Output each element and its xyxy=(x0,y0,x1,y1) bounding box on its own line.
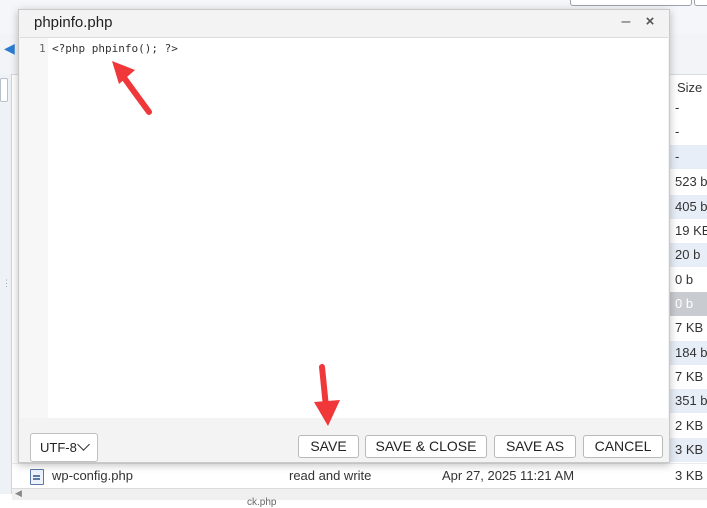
scroll-left-icon[interactable]: ◀ xyxy=(15,488,22,499)
size-cell: 7 KB xyxy=(675,369,704,384)
file-size: 3 KB xyxy=(675,468,704,483)
size-cell: - xyxy=(675,100,680,115)
size-cell: 351 b xyxy=(669,389,707,413)
dialog-title: phpinfo.php xyxy=(34,14,113,31)
top-search-input[interactable] xyxy=(570,0,692,6)
resize-grip-icon[interactable]: ⋮ xyxy=(2,278,11,289)
save-as-button[interactable]: SAVE AS xyxy=(494,435,576,458)
size-cell-selected: 0 b xyxy=(669,292,707,316)
file-permissions: read and write xyxy=(289,468,372,483)
chevron-down-icon xyxy=(77,438,90,451)
size-cell: 0 b xyxy=(675,272,694,287)
line-gutter: 1 xyxy=(20,38,48,418)
size-cell: - xyxy=(675,124,680,139)
code-line[interactable]: <?php phpinfo(); ?> xyxy=(52,42,178,55)
size-cell: 2 KB xyxy=(675,418,704,433)
line-number: 1 xyxy=(39,42,46,55)
size-cell: 405 b xyxy=(669,195,707,219)
close-icon[interactable]: × xyxy=(643,14,657,30)
partial-row: ck.php xyxy=(12,497,707,508)
top-control[interactable] xyxy=(694,0,707,6)
annotation-arrow-code xyxy=(112,61,152,115)
save-button[interactable]: SAVE xyxy=(298,435,359,458)
size-cell: 3 KB xyxy=(669,438,707,462)
back-arrow-icon[interactable]: ◀ xyxy=(4,38,18,58)
size-cell: 19 KB xyxy=(675,223,707,238)
size-cell: 184 b xyxy=(669,341,707,365)
size-cell: - xyxy=(669,145,707,169)
partial-file-name: ck.php xyxy=(247,497,277,508)
left-pane-handle[interactable] xyxy=(0,78,8,102)
minimize-icon[interactable]: – xyxy=(619,14,633,30)
size-cell: 20 b xyxy=(669,243,707,267)
size-cell: 523 b xyxy=(675,174,707,189)
encoding-select[interactable]: UTF-8 xyxy=(30,433,98,462)
table-row[interactable]: wp-config.php read and write Apr 27, 202… xyxy=(12,463,707,489)
php-file-icon xyxy=(30,469,44,485)
cancel-button[interactable]: CANCEL xyxy=(583,435,663,458)
size-cell: 7 KB xyxy=(675,320,704,335)
dialog-footer: UTF-8 SAVE SAVE & CLOSE SAVE AS CANCEL xyxy=(19,418,669,462)
save-and-close-button[interactable]: SAVE & CLOSE xyxy=(365,435,487,458)
file-modified: Apr 27, 2025 11:21 AM xyxy=(442,468,575,483)
annotation-arrow-save xyxy=(314,364,340,426)
encoding-value: UTF-8 xyxy=(40,440,77,455)
file-name[interactable]: wp-config.php xyxy=(52,468,133,483)
